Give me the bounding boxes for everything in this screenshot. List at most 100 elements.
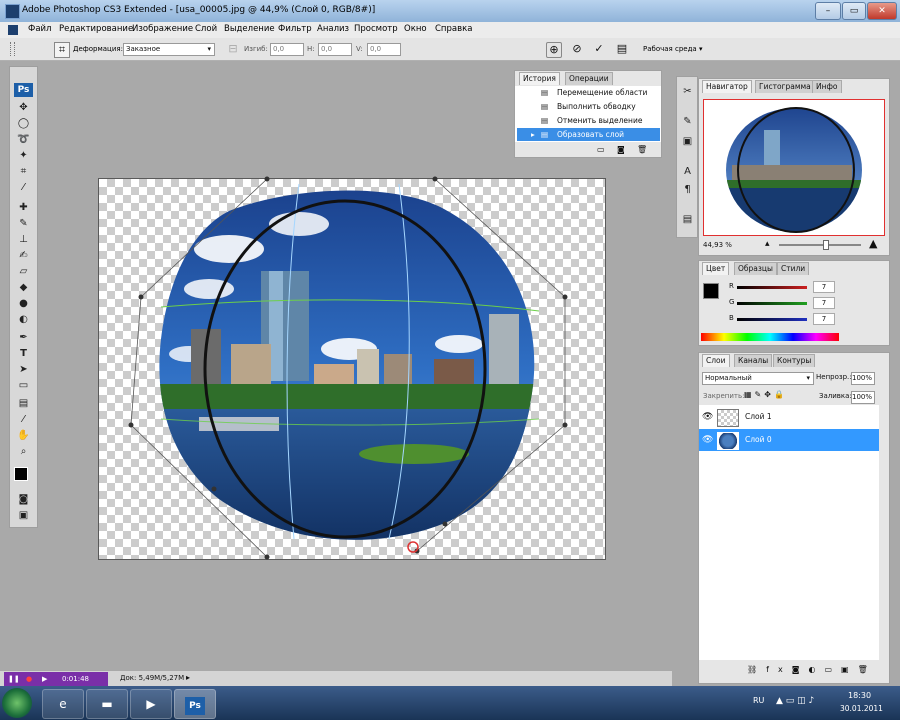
eyedropper-tool-icon[interactable]: ⁄ xyxy=(15,181,32,194)
h-field[interactable]: 0,0 xyxy=(318,43,352,56)
magic-wand-tool-icon[interactable]: ✦ xyxy=(15,149,32,162)
move-tool-icon[interactable]: ✥ xyxy=(15,101,32,114)
menu-help[interactable]: Справка xyxy=(435,24,472,34)
character-panel-icon[interactable]: A xyxy=(679,165,696,178)
pause-icon[interactable]: ❚❚ xyxy=(8,672,20,686)
layer-row[interactable]: 👁 Слой 1 xyxy=(699,406,879,428)
paint-bucket-tool-icon[interactable]: ◆ xyxy=(15,281,32,294)
menu-view[interactable]: Просмотр xyxy=(354,24,398,34)
crop-tool-icon[interactable]: ⌗ xyxy=(15,165,32,178)
bend-field[interactable]: 0,0 xyxy=(270,43,304,56)
eyedropper-sample-tool-icon[interactable]: ⁄ xyxy=(15,413,32,426)
clock-date[interactable]: 30.01.2011 xyxy=(840,704,883,713)
color-spectrum-bar[interactable] xyxy=(701,333,839,341)
history-item[interactable]: ▤ Отменить выделение xyxy=(517,114,660,127)
photoshop-taskbar-button[interactable]: Ps xyxy=(174,689,216,719)
g-value-field[interactable]: 7 xyxy=(813,297,835,309)
navigator-preview[interactable] xyxy=(703,99,885,236)
zoom-in-icon[interactable]: ▲ xyxy=(869,237,877,250)
minimize-button[interactable]: – xyxy=(815,2,841,20)
path-selection-tool-icon[interactable]: ➤ xyxy=(15,363,32,376)
menu-select[interactable]: Выделение xyxy=(224,24,275,34)
rectangle-tool-icon[interactable]: ▭ xyxy=(15,379,32,392)
tab-paths[interactable]: Контуры xyxy=(773,354,816,367)
snapshot-icon[interactable]: ◙ xyxy=(617,145,625,154)
brush-tool-icon[interactable]: ✎ xyxy=(15,217,32,230)
r-value-field[interactable]: 7 xyxy=(813,281,835,293)
clone-stamp-tool-icon[interactable]: ⊥ xyxy=(15,233,32,246)
history-item-selected[interactable]: ▸ ▤ Образовать слой xyxy=(517,128,660,141)
zoom-tool-icon[interactable]: ⌕ xyxy=(15,445,32,458)
lasso-tool-icon[interactable]: ➰ xyxy=(15,133,32,146)
brushes-panel-icon[interactable]: ✎ xyxy=(679,115,696,128)
menu-filter[interactable]: Фильтр xyxy=(278,24,312,34)
deform-select[interactable]: Заказное ▾ xyxy=(123,43,215,56)
menu-edit[interactable]: Редактирование xyxy=(59,24,133,34)
clone-source-icon[interactable]: ▣ xyxy=(679,135,696,148)
maximize-button[interactable]: ▭ xyxy=(842,2,866,20)
visibility-eye-icon[interactable]: 👁 xyxy=(702,429,713,451)
status-menu-arrow-icon[interactable]: ▸ xyxy=(186,673,190,682)
menu-file[interactable]: Файл xyxy=(28,24,51,34)
tray-icons[interactable]: ▲ ▭ ◫ ♪ xyxy=(776,696,814,706)
close-button[interactable]: ✕ xyxy=(867,2,897,20)
tab-channels[interactable]: Каналы xyxy=(734,354,773,367)
warped-image[interactable] xyxy=(99,176,605,560)
puppet-warp-icon[interactable]: ⊕ xyxy=(546,42,562,58)
grip-handle[interactable] xyxy=(10,42,15,56)
document-icon[interactable] xyxy=(8,25,18,35)
menu-image[interactable]: Изображение xyxy=(132,24,193,34)
document-canvas[interactable] xyxy=(98,176,606,560)
record-icon[interactable]: ● xyxy=(26,672,32,686)
tab-history[interactable]: История xyxy=(519,72,560,85)
new-document-icon[interactable]: ▭ xyxy=(597,145,605,154)
navigator-zoom-value[interactable]: 44,93 % xyxy=(703,241,732,249)
explorer-folder-icon[interactable]: ▬ xyxy=(86,689,128,719)
layer-actions[interactable]: ⛓fx◙◐▭▣🗑 xyxy=(747,665,877,674)
menu-layer[interactable]: Слой xyxy=(195,24,217,34)
layer-row-selected[interactable]: 👁 Слой 0 xyxy=(699,429,879,451)
b-slider[interactable] xyxy=(737,318,807,321)
menu-window[interactable]: Окно xyxy=(404,24,427,34)
notes-tool-icon[interactable]: ▤ xyxy=(15,397,32,410)
tab-swatches[interactable]: Образцы xyxy=(734,262,777,275)
marquee-tool-icon[interactable]: ◯ xyxy=(15,117,32,130)
tab-color[interactable]: Цвет xyxy=(702,262,730,275)
tab-histogram[interactable]: Гистограмма xyxy=(755,80,815,93)
history-brush-tool-icon[interactable]: ✍ xyxy=(15,249,32,262)
history-item[interactable]: ▤ Перемещение области xyxy=(517,86,660,99)
clock-time[interactable]: 18:30 xyxy=(848,691,871,700)
navigator-panel-icon[interactable]: ✂ xyxy=(679,85,696,98)
warp-orientation-icon[interactable]: ⊟ xyxy=(226,42,240,56)
paragraph-panel-icon[interactable]: ¶ xyxy=(679,183,696,196)
visibility-eye-icon[interactable]: 👁 xyxy=(702,406,713,428)
tab-info[interactable]: Инфо xyxy=(812,80,842,93)
fill-field[interactable]: 100% xyxy=(851,391,875,404)
blur-tool-icon[interactable]: ● xyxy=(15,297,32,310)
warp-tool-icon[interactable]: ⌗ xyxy=(54,42,70,58)
tab-layers[interactable]: Слои xyxy=(702,354,730,367)
layer-comps-icon[interactable]: ▤ xyxy=(679,213,696,226)
trash-icon[interactable]: 🗑 xyxy=(637,145,647,154)
commit-transform-icon[interactable]: ✓ xyxy=(592,42,606,56)
r-slider[interactable] xyxy=(737,286,807,289)
history-item[interactable]: ▤ Выполнить обводку xyxy=(517,100,660,113)
menu-analysis[interactable]: Анализ xyxy=(317,24,349,34)
pen-tool-icon[interactable]: ✒ xyxy=(15,331,32,344)
blend-mode-select[interactable]: Нормальный ▾ xyxy=(702,372,814,385)
cancel-transform-icon[interactable]: ⊘ xyxy=(570,42,584,56)
workspace-menu[interactable]: Рабочая среда ▾ xyxy=(643,45,702,53)
hand-tool-icon[interactable]: ✋ xyxy=(15,429,32,442)
v-field[interactable]: 0,0 xyxy=(367,43,401,56)
tab-actions[interactable]: Операции xyxy=(565,72,613,85)
media-player-icon[interactable]: ▶ xyxy=(130,689,172,719)
b-value-field[interactable]: 7 xyxy=(813,313,835,325)
language-indicator[interactable]: RU xyxy=(753,696,764,705)
screen-mode-icon[interactable]: ▣ xyxy=(15,509,32,522)
start-button[interactable] xyxy=(2,688,32,718)
foreground-color-swatch[interactable] xyxy=(703,283,719,299)
play-icon[interactable]: ▶ xyxy=(42,672,47,686)
g-slider[interactable] xyxy=(737,302,807,305)
zoom-slider-thumb[interactable] xyxy=(823,240,829,250)
internet-explorer-icon[interactable]: e xyxy=(42,689,84,719)
